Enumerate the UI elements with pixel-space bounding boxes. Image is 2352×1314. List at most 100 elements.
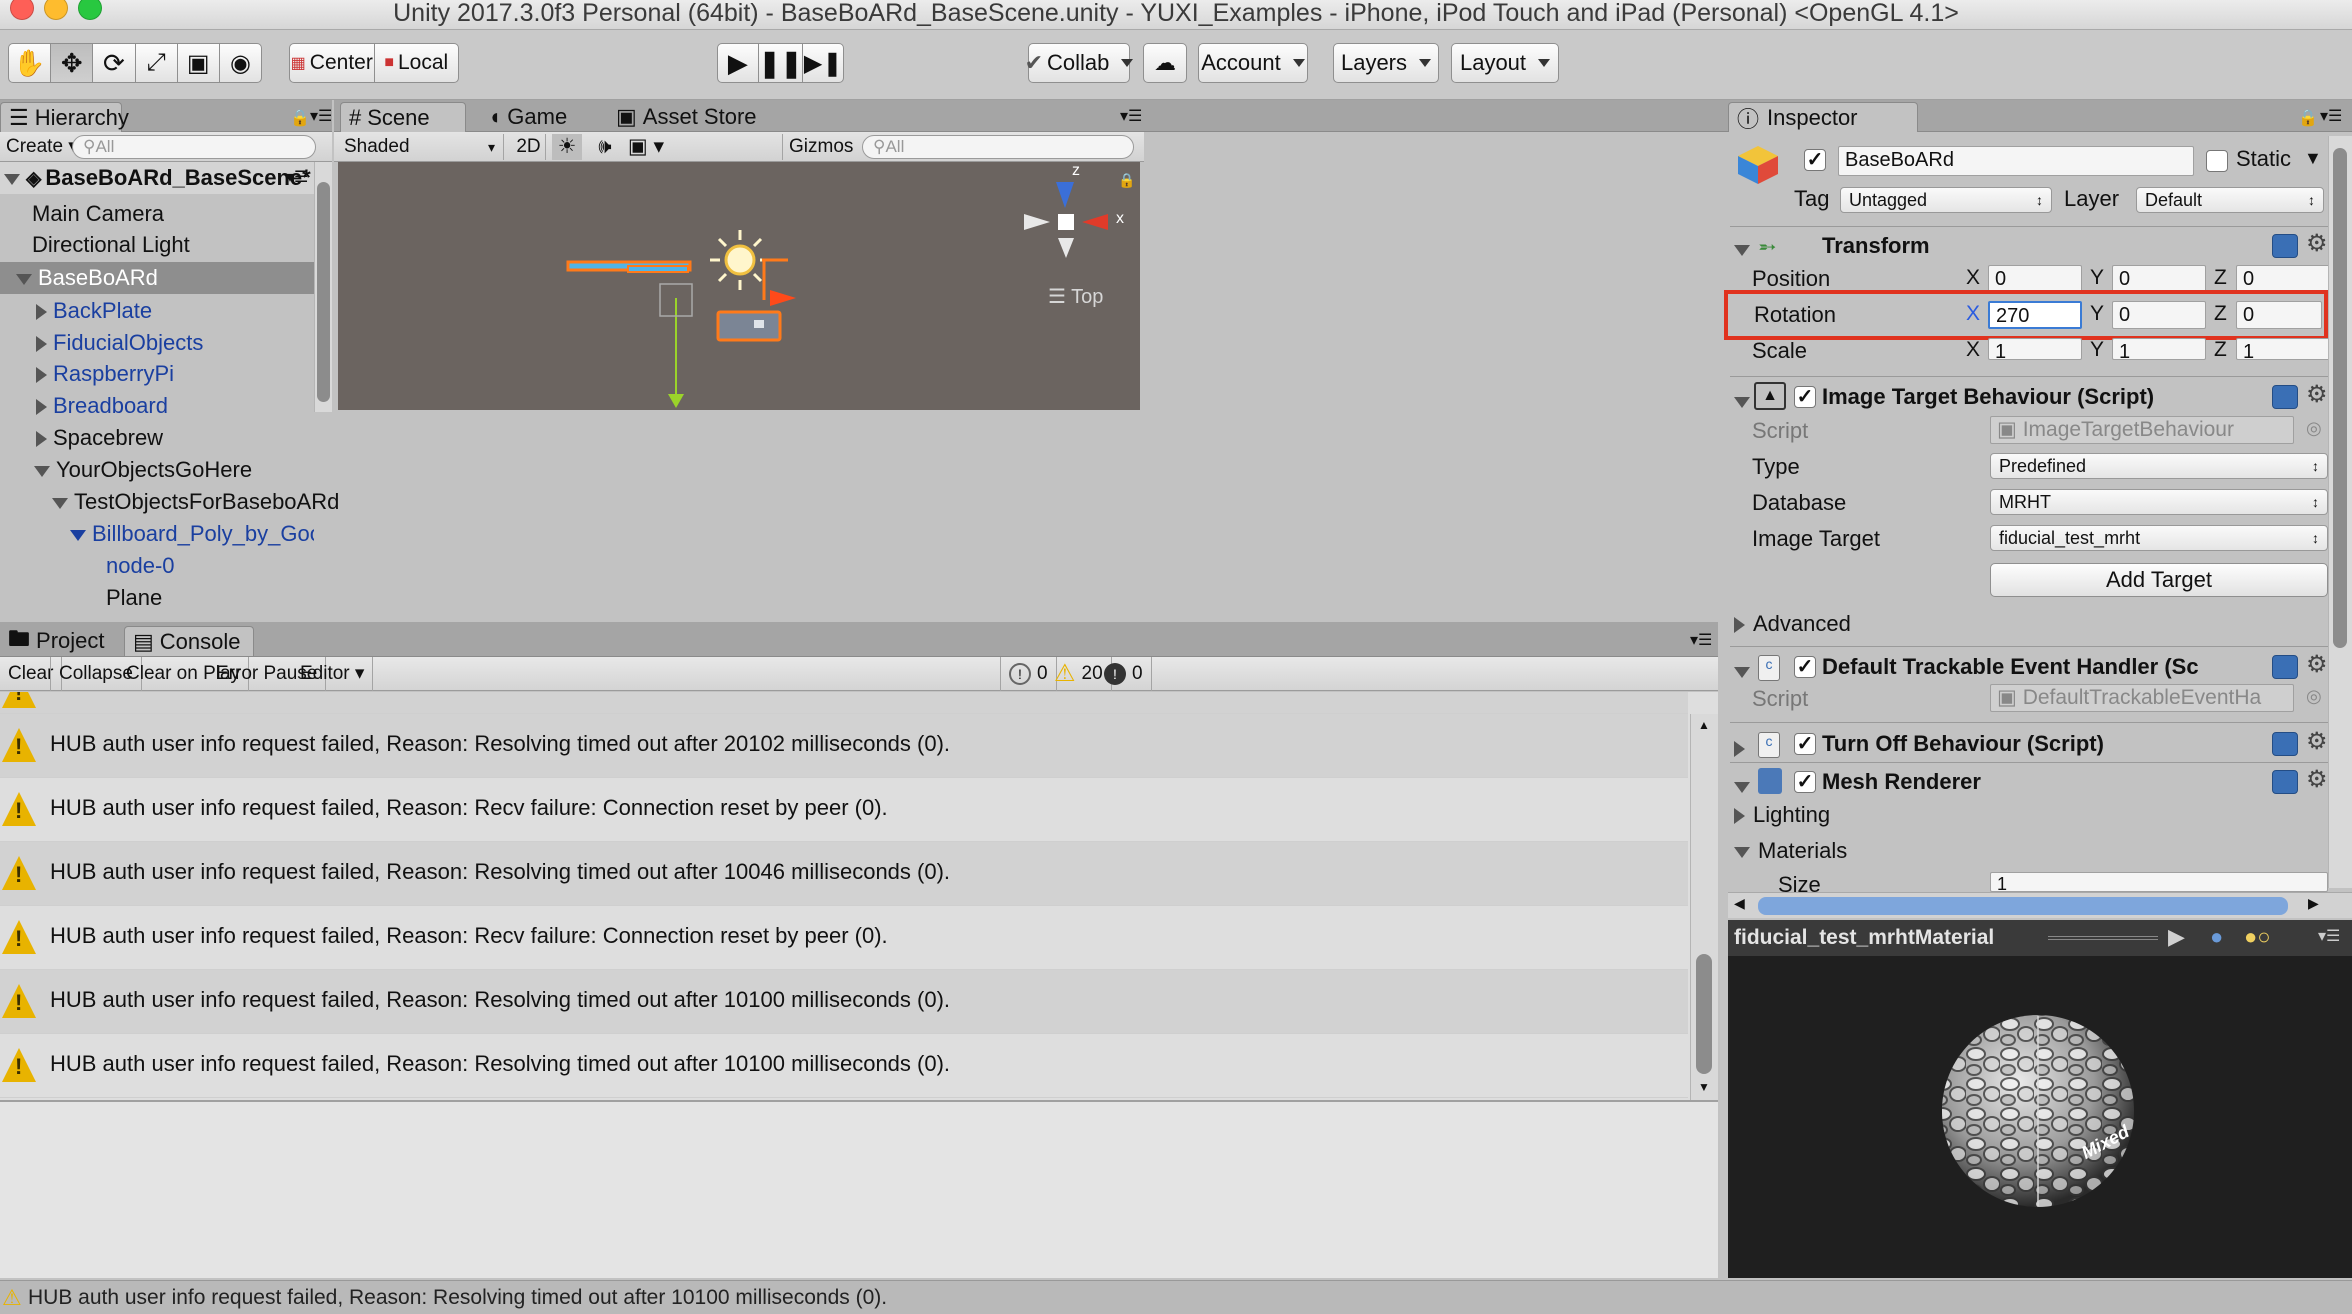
hierarchy-item-raspberrypi[interactable]: RaspberryPi [36, 358, 174, 390]
step-button[interactable]: ▶❚ [802, 43, 845, 83]
lock-icon[interactable]: 🔒 [290, 108, 310, 128]
tab-inspector[interactable]: ⓘ Inspector [1728, 102, 1918, 132]
hierarchy-item-directional-light[interactable]: Directional Light [32, 229, 190, 261]
panel-menu-icon[interactable]: ▾☰ [310, 106, 332, 126]
scale-z-field[interactable]: 1 [2236, 338, 2330, 363]
gear-icon[interactable]: ⚙ [2306, 383, 2328, 407]
add-target-button[interactable]: Add Target [1990, 563, 2328, 597]
scroll-up-icon[interactable]: ▲ [1698, 718, 1710, 732]
static-dropdown-icon[interactable]: ▼ [2304, 148, 2322, 169]
scene-root-row[interactable]: ◈ BaseBoARd_BaseScene* ▾☰ [0, 162, 314, 194]
transform-foldout-icon[interactable] [1734, 238, 1750, 262]
layers-dropdown[interactable]: Layers [1333, 43, 1439, 83]
position-x-field[interactable]: 0 [1988, 265, 2082, 293]
console-log-list[interactable]: HUB auth user info request failed, Reaso… [0, 692, 1718, 1100]
scale-x-field[interactable]: 1 [1988, 338, 2082, 363]
rotation-z-field[interactable]: 0 [2236, 301, 2322, 329]
scene-panel-menu-icon[interactable]: ▾☰ [1120, 106, 1142, 126]
collab-dropdown[interactable]: ✔ Collab [1025, 43, 1134, 83]
editor-dropdown[interactable]: Editor ▾ [292, 657, 374, 691]
gear-icon[interactable]: ⚙ [2306, 730, 2328, 754]
play-button[interactable]: ▶ [717, 43, 759, 83]
turn-off-foldout-icon[interactable] [1734, 737, 1745, 761]
move-tool-button[interactable]: ✥ [50, 43, 94, 83]
scene-viewport[interactable]: z x 🔒 ☰ Top [338, 162, 1140, 410]
gizmos-dropdown[interactable]: Gizmos ▾ [782, 134, 854, 183]
gizmo-lock-icon[interactable]: 🔒 [1118, 172, 1135, 189]
object-name-input[interactable]: BaseBoARd [1838, 146, 2194, 176]
hierarchy-item-billboard[interactable]: Billboard_Poly_by_Google_1hW [70, 518, 314, 550]
gear-icon[interactable]: ⚙ [2306, 768, 2328, 792]
inspector-hscroll-thumb[interactable] [1758, 897, 2288, 915]
trackable-enabled-checkbox[interactable]: ✓ [1794, 656, 1816, 678]
cloud-button[interactable]: ☁ [1143, 43, 1187, 83]
inspector-scrollbar[interactable] [2328, 136, 2352, 888]
hierarchy-item-backplate[interactable]: BackPlate [36, 295, 152, 327]
tab-scene[interactable]: # Scene [340, 102, 466, 132]
pivot-local-button[interactable]: ■ Local [373, 43, 459, 83]
hierarchy-item-yourobjectsgohere[interactable]: YourObjectsGoHere [34, 454, 252, 486]
gear-icon[interactable]: ⚙ [2306, 232, 2328, 256]
image-target-dropdown[interactable]: fiducial_test_mrht [1990, 525, 2328, 551]
advanced-foldout[interactable]: Advanced [1734, 611, 1851, 637]
scene-audio-toggle[interactable]: 🕪 [590, 134, 620, 160]
object-picker-icon[interactable]: ◎ [2306, 686, 2322, 707]
image-target-enabled-checkbox[interactable]: ✓ [1794, 386, 1816, 408]
type-dropdown[interactable]: Predefined [1990, 453, 2328, 479]
console-scroll-thumb[interactable] [1696, 954, 1712, 1074]
lights-icon[interactable]: ●○ [2244, 924, 2271, 950]
pivot-center-button[interactable]: ▦ Center [289, 43, 375, 83]
account-dropdown[interactable]: Account [1198, 43, 1308, 83]
mesh-renderer-foldout-icon[interactable] [1734, 775, 1750, 799]
log-row[interactable]: HUB auth user info request failed, Reaso… [0, 970, 1688, 1034]
tab-project[interactable]: 🖿 Project [0, 626, 120, 656]
create-dropdown[interactable]: Create ▾ [6, 135, 78, 158]
pause-button[interactable]: ❚❚ [757, 43, 804, 83]
hand-tool-button[interactable]: ✋ [8, 43, 52, 83]
materials-foldout[interactable]: Materials [1734, 838, 1847, 864]
database-dropdown[interactable]: MRHT [1990, 489, 2328, 515]
hierarchy-item-testobjects[interactable]: TestObjectsForBaseboARd [52, 486, 339, 518]
position-y-field[interactable]: 0 [2112, 265, 2206, 293]
rotation-x-field[interactable]: 270 [1988, 301, 2082, 329]
position-z-field[interactable]: 0 [2236, 265, 2330, 293]
log-row[interactable]: HUB auth user info request failed, Reaso… [0, 842, 1688, 906]
image-target-foldout-icon[interactable] [1734, 390, 1750, 414]
gear-icon[interactable]: ⚙ [2306, 653, 2328, 677]
layout-dropdown[interactable]: Layout [1451, 43, 1559, 83]
help-icon[interactable] [2272, 732, 2298, 756]
help-icon[interactable] [2272, 770, 2298, 794]
scroll-right-icon[interactable]: ▶ [2308, 895, 2319, 912]
trackable-foldout-icon[interactable] [1734, 660, 1750, 684]
hierarchy-search-input[interactable]: ⚲ All [72, 135, 316, 159]
scene-lighting-toggle[interactable]: ☀ [552, 134, 582, 160]
tag-dropdown[interactable]: Untagged [1840, 187, 2052, 213]
layer-dropdown[interactable]: Default [2136, 187, 2324, 213]
log-row[interactable]: HUB auth user info request failed, Reaso… [0, 714, 1688, 778]
scene-menu-icon[interactable]: ▾☰ [286, 162, 308, 194]
tab-game[interactable]: ◖ Game [480, 102, 610, 132]
hierarchy-item-baseboard[interactable]: BaseBoARd [0, 262, 314, 294]
scroll-left-icon[interactable]: ◀ [1734, 895, 1745, 912]
scale-tool-button[interactable]: ⤢ [134, 43, 178, 83]
console-scrollbar[interactable]: ▲ ▼ [1690, 714, 1718, 1100]
script-object-field[interactable]: ▣ ImageTargetBehaviour [1990, 416, 2294, 444]
log-row[interactable]: HUB auth user info request failed, Reaso… [0, 778, 1688, 842]
hierarchy-item-plane[interactable]: Plane [106, 582, 162, 614]
materials-size-field[interactable]: 1 [1990, 872, 2328, 892]
hierarchy-item-node-0[interactable]: node-0 [106, 550, 175, 582]
hierarchy-item-spacebrew[interactable]: Spacebrew [36, 422, 163, 454]
help-icon[interactable] [2272, 234, 2298, 258]
rect-tool-button[interactable]: ▣ [176, 43, 220, 83]
turn-off-enabled-checkbox[interactable]: ✓ [1794, 733, 1816, 755]
tab-asset-store[interactable]: ▣ Asset Store [608, 102, 778, 132]
shading-mode-dropdown[interactable]: Shaded ▾ [344, 134, 504, 160]
hierarchy-item-breadboard[interactable]: Breadboard [36, 390, 168, 422]
sphere-icon[interactable]: ● [2210, 924, 2223, 950]
error-count-toggle[interactable]: ! 0 [1096, 657, 1152, 691]
console-panel-menu-icon[interactable]: ▾☰ [1690, 630, 1712, 650]
tab-hierarchy[interactable]: ☰ Hierarchy [0, 102, 129, 132]
lighting-foldout[interactable]: Lighting [1734, 802, 1830, 828]
inspector-hscrollbar[interactable]: ◀ ▶ [1728, 892, 2352, 918]
play-icon[interactable]: ▶ [2168, 924, 2185, 950]
